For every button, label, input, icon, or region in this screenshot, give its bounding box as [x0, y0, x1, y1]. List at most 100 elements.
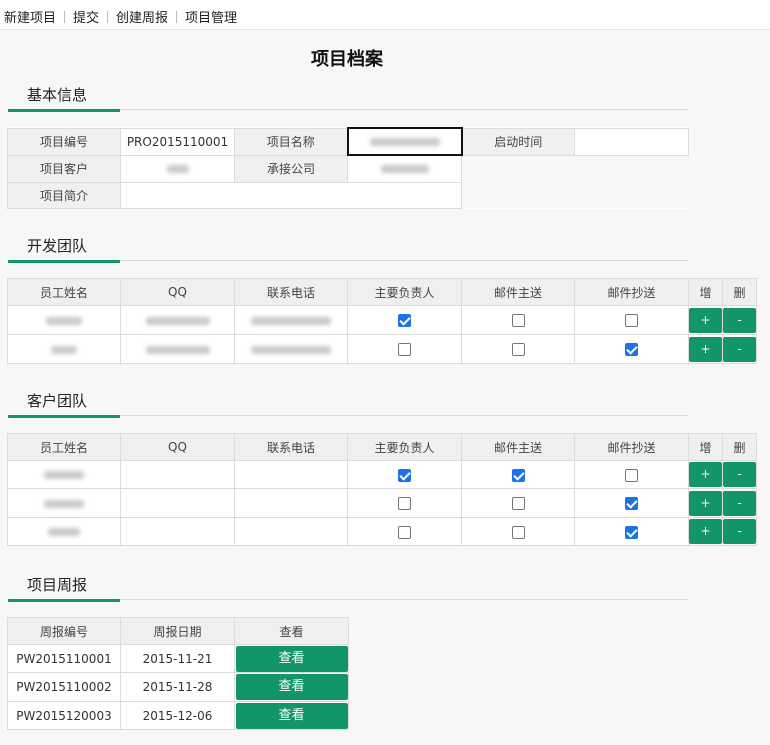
- label-project-client: 项目客户: [7, 154, 121, 183]
- redacted-text: [145, 345, 210, 354]
- contractor-value: [347, 154, 462, 183]
- report-code-cell: PW2015110002: [7, 672, 121, 702]
- weekly-report-table: 周报编号 周报日期 查看 PW2015110001 2015-11-21 查看 …: [7, 617, 349, 730]
- dev-team-table: 员工姓名 QQ 联系电话 主要负责人 邮件主送 邮件抄送 增 删 + - + -: [7, 278, 757, 364]
- principal-checkbox[interactable]: [398, 525, 411, 539]
- dev-team-section-header: 开发团队: [8, 235, 688, 265]
- delete-cell: -: [722, 517, 757, 546]
- redacted-text: [44, 471, 84, 479]
- start-time-field[interactable]: [574, 127, 689, 156]
- project-intro-field[interactable]: [120, 181, 462, 209]
- client-team-table: 员工姓名 QQ 联系电话 主要负责人 邮件主送 邮件抄送 增 删 + - + -…: [7, 433, 757, 546]
- delete-row-button[interactable]: -: [723, 336, 756, 362]
- add-row-button[interactable]: +: [689, 519, 722, 544]
- add-cell: +: [688, 517, 723, 546]
- mail-to-cell: [461, 334, 575, 364]
- mail-to-checkbox[interactable]: [511, 314, 525, 327]
- mail-cc-checkbox[interactable]: [625, 468, 638, 482]
- redacted-text: [46, 316, 82, 325]
- delete-row-button[interactable]: -: [723, 307, 756, 333]
- menu: 新建项目 提交 创建周报 项目管理: [4, 7, 237, 26]
- col-add: 增: [688, 433, 723, 461]
- col-delete: 删: [722, 278, 757, 306]
- redacted-text: [51, 345, 77, 354]
- table-row: + -: [7, 460, 757, 489]
- section-divider: [120, 599, 688, 600]
- mail-cc-checkbox[interactable]: [625, 314, 638, 327]
- col-mail-to: 邮件主送: [461, 433, 575, 461]
- add-row-button[interactable]: +: [689, 307, 722, 333]
- mail-to-checkbox[interactable]: [511, 525, 525, 539]
- project-client-value: [120, 154, 235, 183]
- principal-cell: [347, 517, 462, 546]
- project-name-field[interactable]: [346, 127, 463, 156]
- principal-cell: [347, 460, 462, 489]
- add-cell: +: [688, 334, 723, 364]
- table-row: PW2015110001 2015-11-21 查看: [7, 644, 349, 673]
- view-report-button[interactable]: 查看: [235, 645, 348, 672]
- table-row: + -: [7, 488, 757, 518]
- redacted-text: [44, 499, 84, 508]
- mail-cc-checkbox[interactable]: [625, 497, 638, 510]
- add-cell: +: [688, 305, 723, 335]
- qq-cell: [120, 488, 235, 518]
- section-divider: [120, 415, 688, 416]
- section-title: 基本信息: [8, 84, 120, 112]
- view-report-button[interactable]: 查看: [235, 674, 348, 700]
- delete-row-button[interactable]: -: [723, 519, 756, 544]
- qq-cell: [120, 460, 235, 489]
- mail-cc-checkbox[interactable]: [625, 525, 638, 539]
- principal-checkbox[interactable]: [398, 497, 411, 510]
- basic-info-table: 项目编号 PRO2015110001 项目名称 启动时间 项目客户 承接公司 项…: [7, 127, 689, 209]
- qq-cell: [120, 517, 235, 546]
- top-menu-bar: 新建项目 提交 创建周报 项目管理: [0, 0, 770, 30]
- phone-cell: [234, 460, 348, 489]
- label-project-intro: 项目简介: [7, 181, 121, 209]
- mail-cc-checkbox[interactable]: [625, 343, 638, 356]
- delete-row-button[interactable]: -: [723, 462, 756, 487]
- principal-checkbox[interactable]: [398, 468, 411, 482]
- section-title: 项目周报: [8, 574, 120, 602]
- add-row-button[interactable]: +: [689, 462, 722, 487]
- menu-project-management[interactable]: 项目管理: [185, 7, 237, 26]
- menu-new-project[interactable]: 新建项目: [4, 7, 56, 26]
- view-cell: 查看: [234, 644, 349, 673]
- principal-checkbox[interactable]: [398, 343, 411, 356]
- label-project-code: 项目编号: [7, 127, 121, 156]
- phone-cell: [234, 305, 348, 335]
- redacted-text: [166, 165, 189, 173]
- menu-submit[interactable]: 提交: [73, 7, 99, 26]
- menu-create-weekly-report[interactable]: 创建周报: [116, 7, 168, 26]
- add-row-button[interactable]: +: [689, 490, 722, 516]
- col-phone: 联系电话: [234, 433, 348, 461]
- col-mail-cc: 邮件抄送: [574, 433, 689, 461]
- col-phone: 联系电话: [234, 278, 348, 306]
- weekly-report-section-header: 项目周报: [8, 574, 688, 604]
- mail-to-checkbox[interactable]: [511, 497, 525, 510]
- empty-cell: [574, 182, 689, 208]
- col-principal: 主要负责人: [347, 433, 462, 461]
- view-report-button[interactable]: 查看: [235, 702, 348, 729]
- delete-cell: -: [722, 488, 757, 518]
- col-report-code: 周报编号: [7, 617, 121, 645]
- principal-checkbox[interactable]: [398, 314, 411, 327]
- report-code-cell: PW2015120003: [7, 701, 121, 730]
- mail-to-checkbox[interactable]: [511, 468, 525, 482]
- section-title: 开发团队: [8, 235, 120, 263]
- mail-to-checkbox[interactable]: [511, 343, 525, 356]
- basic-info-section-header: 基本信息: [8, 84, 688, 114]
- redacted-text: [145, 316, 210, 325]
- section-title: 客户团队: [8, 390, 120, 418]
- report-date-cell: 2015-12-06: [120, 701, 235, 730]
- mail-cc-cell: [574, 460, 689, 489]
- label-contractor: 承接公司: [234, 154, 348, 183]
- col-add: 增: [688, 278, 723, 306]
- empty-cell: [574, 155, 689, 182]
- add-cell: +: [688, 460, 723, 489]
- add-row-button[interactable]: +: [689, 336, 722, 362]
- section-divider: [120, 109, 688, 110]
- delete-row-button[interactable]: -: [723, 490, 756, 516]
- empty-cell: [461, 155, 575, 182]
- employee-name-cell: [7, 460, 121, 489]
- principal-cell: [347, 334, 462, 364]
